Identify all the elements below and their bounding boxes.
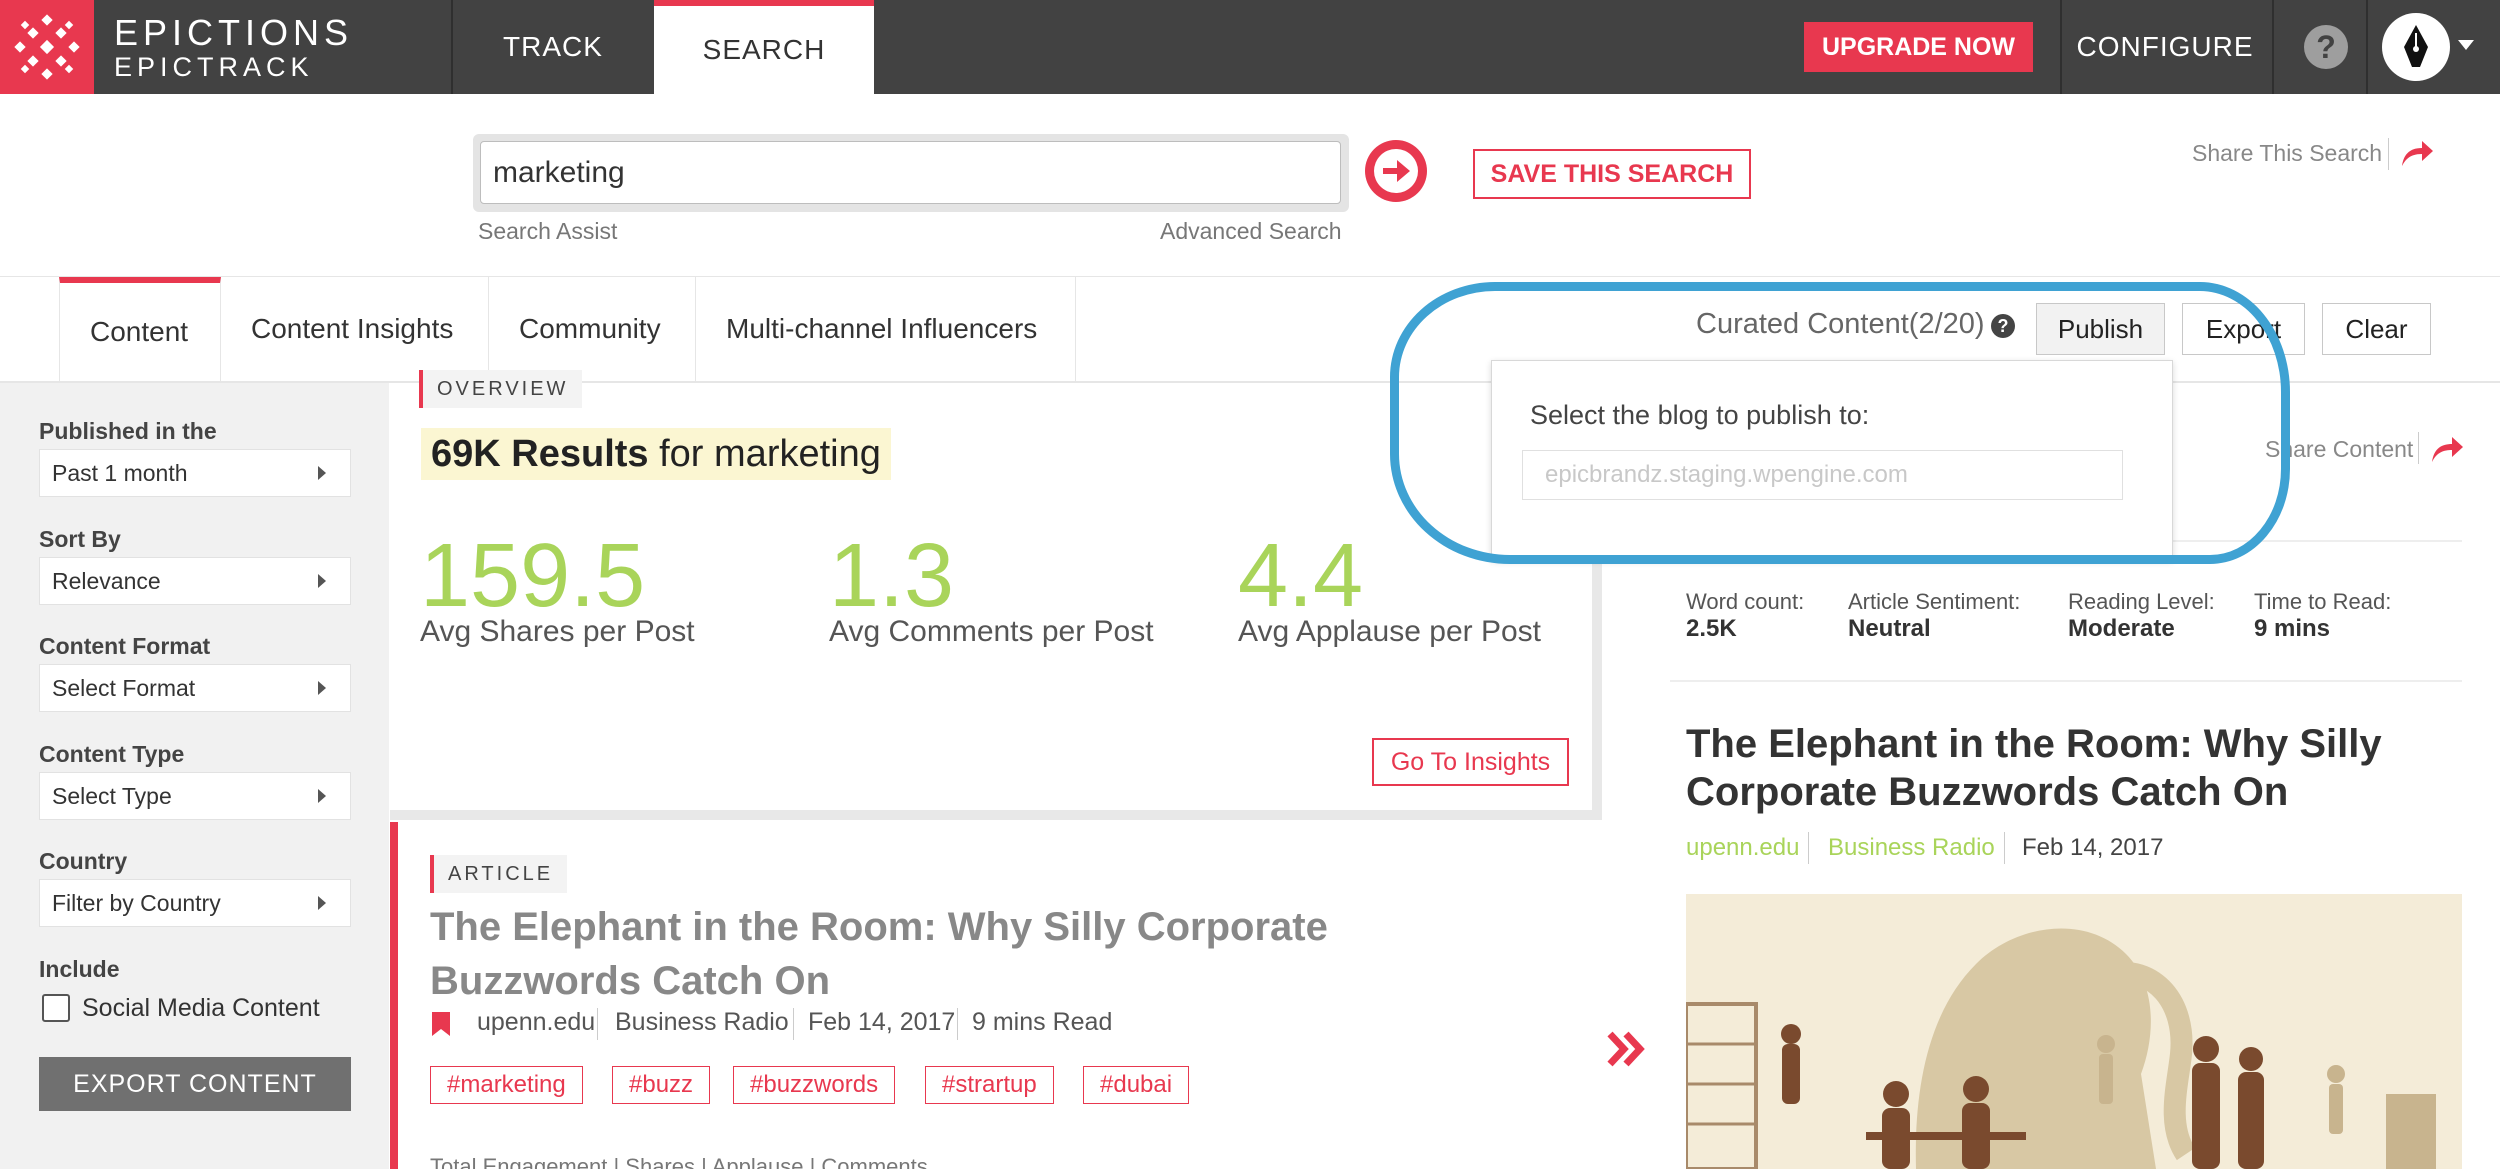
- upgrade-now-button[interactable]: UPGRADE NOW: [1804, 22, 2033, 72]
- reading-level-value: Moderate: [2068, 615, 2175, 642]
- export-content-button[interactable]: EXPORT CONTENT: [39, 1057, 351, 1111]
- time-to-read-value: 9 mins: [2254, 615, 2331, 642]
- filter-label-sort: Sort By: [39, 526, 121, 552]
- nav-tab-search[interactable]: SEARCH: [654, 0, 874, 94]
- double-chevron-right-icon[interactable]: [1606, 1028, 1648, 1070]
- caret-right-icon: [318, 681, 326, 695]
- stat-avg-comments-label: Avg Comments per Post: [829, 615, 1154, 648]
- nav-tab-track[interactable]: TRACK: [453, 0, 653, 94]
- configure-button[interactable]: CONFIGURE: [2060, 0, 2270, 94]
- preview-source[interactable]: upenn.edu: [1686, 834, 1799, 862]
- filter-label-country: Country: [39, 848, 128, 874]
- hashtag-chip[interactable]: #buzz: [612, 1066, 711, 1104]
- advanced-search-link[interactable]: Advanced Search: [1160, 218, 1342, 245]
- divider: [2388, 138, 2389, 170]
- brand-name: EPICTIONS: [114, 12, 354, 53]
- search-input[interactable]: [480, 141, 1341, 204]
- published-select[interactable]: Past 1 month: [39, 449, 351, 497]
- divider: [597, 1008, 598, 1040]
- sentiment-label: Article Sentiment:: [1848, 589, 2021, 614]
- help-icon[interactable]: ?: [2304, 25, 2348, 69]
- preview-title[interactable]: The Elephant in the Room: Why Silly Corp…: [1686, 720, 2446, 816]
- overview-tag: OVERVIEW: [419, 370, 583, 408]
- stat-avg-shares-label: Avg Shares per Post: [420, 615, 695, 648]
- brand-product: EPICTRACK: [114, 52, 314, 82]
- hashtag-chip[interactable]: #strartup: [925, 1066, 1054, 1104]
- article-category[interactable]: Business Radio: [615, 1008, 789, 1037]
- article-tag: ARTICLE: [430, 855, 568, 893]
- word-count-label: Word count:: [1686, 589, 1805, 614]
- logo-icon[interactable]: [0, 0, 94, 94]
- social-media-label: Social Media Content: [82, 994, 320, 1022]
- divider: [2004, 832, 2005, 864]
- social-media-checkbox[interactable]: [42, 994, 70, 1022]
- tab-multi-channel-influencers[interactable]: Multi-channel Influencers: [696, 277, 1076, 381]
- hashtag-chip[interactable]: #buzzwords: [733, 1066, 896, 1104]
- arrow-right-icon: [1374, 149, 1418, 193]
- filter-label-format: Content Format: [39, 633, 211, 659]
- divider: [957, 1008, 958, 1040]
- caret-right-icon: [318, 896, 326, 910]
- share-search-link[interactable]: Share This Search: [2192, 140, 2382, 167]
- hashtag-chip[interactable]: #dubai: [1083, 1066, 1190, 1104]
- divider: [2418, 432, 2419, 464]
- divider: [1670, 680, 2462, 682]
- nav-divider: [2366, 0, 2368, 94]
- preview-date: Feb 14, 2017: [2022, 834, 2164, 861]
- share-icon[interactable]: [2430, 434, 2464, 464]
- sort-select[interactable]: Relevance: [39, 557, 351, 605]
- search-go-button[interactable]: [1365, 140, 1427, 202]
- reading-level-label: Reading Level:: [2068, 589, 2215, 614]
- hashtag-chip[interactable]: #marketing: [430, 1066, 583, 1104]
- article-accent-bar: [390, 822, 398, 1169]
- highlight-annotation: [1390, 282, 2290, 564]
- divider: [1808, 832, 1809, 864]
- word-count-value: 2.5K: [1686, 615, 1737, 642]
- share-icon[interactable]: [2400, 138, 2434, 168]
- avatar[interactable]: [2382, 13, 2450, 81]
- nav-divider: [2272, 0, 2274, 94]
- caret-right-icon: [318, 574, 326, 588]
- country-select[interactable]: Filter by Country: [39, 879, 351, 927]
- article-date: Feb 14, 2017: [808, 1008, 956, 1036]
- article-source[interactable]: upenn.edu: [477, 1008, 595, 1037]
- stat-avg-applause-label: Avg Applause per Post: [1238, 615, 1541, 648]
- stat-avg-applause-value: 4.4: [1238, 526, 1364, 626]
- filter-label-type: Content Type: [39, 741, 185, 767]
- save-search-button[interactable]: SAVE THIS SEARCH: [1473, 149, 1751, 199]
- sentiment-value: Neutral: [1848, 615, 1931, 642]
- article-read-time: 9 mins Read: [972, 1008, 1113, 1036]
- chevron-down-icon[interactable]: [2458, 40, 2474, 50]
- caret-right-icon: [318, 789, 326, 803]
- filter-label-published: Published in the: [39, 418, 217, 444]
- stat-avg-shares-value: 159.5: [420, 526, 646, 626]
- go-to-insights-button[interactable]: Go To Insights: [1372, 738, 1569, 786]
- preview-category[interactable]: Business Radio: [1828, 834, 1995, 862]
- filter-label-include: Include: [39, 956, 120, 982]
- article-stats-footer: Total Engagement | Shares | Applause | C…: [430, 1154, 928, 1169]
- divider: [793, 1008, 794, 1040]
- type-select[interactable]: Select Type: [39, 772, 351, 820]
- results-summary: 69K Results for marketing: [421, 428, 891, 480]
- search-assist-link[interactable]: Search Assist: [478, 218, 617, 245]
- pen-nib-icon: [2404, 25, 2428, 67]
- tab-content[interactable]: Content: [59, 277, 221, 381]
- article-title[interactable]: The Elephant in the Room: Why Silly Corp…: [430, 900, 1540, 1008]
- stat-avg-comments-value: 1.3: [829, 526, 955, 626]
- tab-content-insights[interactable]: Content Insights: [221, 277, 489, 381]
- results-for: for: [659, 432, 704, 475]
- results-count: 69K Results: [431, 432, 649, 475]
- caret-right-icon: [318, 466, 326, 480]
- clear-button[interactable]: Clear: [2322, 303, 2431, 355]
- bookmark-icon[interactable]: [432, 1012, 450, 1036]
- tab-community[interactable]: Community: [489, 277, 696, 381]
- time-to-read-label: Time to Read:: [2254, 589, 2392, 614]
- results-query: marketing: [714, 432, 881, 475]
- format-select[interactable]: Select Format: [39, 664, 351, 712]
- article-hero-image: [1686, 894, 2462, 1169]
